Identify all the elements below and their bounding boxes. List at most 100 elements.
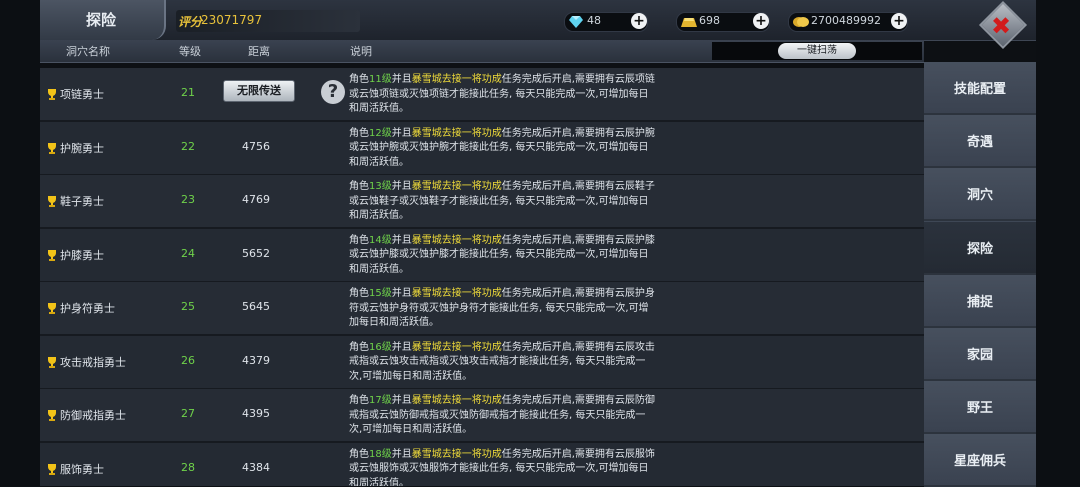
- page-title: 探险: [86, 11, 117, 29]
- desc-prefix: 角色: [349, 341, 369, 353]
- desc-line-1: 角色11级并且暴雪城去接一将功成任务完成后开启,需要拥有云辰项链: [349, 73, 729, 88]
- sidebar-item-label: 家园: [966, 348, 993, 363]
- desc-line1-tail: 任务完成后开启,需要拥有云辰攻击: [501, 341, 655, 353]
- row-level: 25: [181, 300, 195, 313]
- desc-quest: 暴雪城去接一将功成: [411, 234, 502, 246]
- row-level: 28: [181, 460, 195, 474]
- sidebar-item-label: 奇遇: [966, 135, 993, 151]
- gold-bar-value: 698: [699, 14, 720, 27]
- row-description: 角色11级并且暴雪城去接一将功成任务完成后开启,需要拥有云辰项链 或云蚀项链或灭…: [349, 73, 729, 117]
- row-name: 防御戒指勇士: [60, 409, 126, 422]
- row-distance: 4769: [242, 193, 270, 206]
- desc-line1-tail: 任务完成后开启,需要拥有云辰服饰: [501, 448, 655, 460]
- desc-line-2: 戒指或云蚀攻击戒指或灭蚀攻击戒指才能接此任务, 每天只能完成一: [349, 356, 646, 367]
- row-distance: 5645: [242, 300, 270, 313]
- row-name: 护身符勇士: [60, 302, 115, 315]
- table-row[interactable]: 项链勇士 21 无限传送 ? 角色11级并且暴雪城去接一将功成任务完成后开启,需…: [40, 68, 924, 122]
- add-diamond-button[interactable]: +: [631, 13, 647, 29]
- column-name: 洞穴名称: [66, 45, 110, 58]
- table-row[interactable]: 护膝勇士 24 5652 角色14级并且暴雪城去接一将功成任务完成后开启,需要拥…: [40, 228, 924, 283]
- desc-line1-tail: 任务完成后开启,需要拥有云辰防御: [501, 395, 655, 406]
- desc-level: 13级: [369, 181, 392, 192]
- desc-line-1: 角色14级并且暴雪城去接一将功成任务完成后开启,需要拥有云辰护膝: [349, 234, 729, 249]
- table-row[interactable]: 护腕勇士 22 4756 角色12级并且暴雪城去接一将功成任务完成后开启,需要拥…: [40, 121, 924, 176]
- table-row[interactable]: 攻击戒指勇士 26 4379 角色16级并且暴雪城去接一将功成任务完成后开启,需…: [40, 335, 924, 390]
- desc-mid: 并且: [391, 181, 412, 192]
- row-description: 角色18级并且暴雪城去接一将功成任务完成后开启,需要拥有云辰服饰 或云蚀服饰或灭…: [349, 448, 729, 487]
- desc-line-3: 次,可增加每日和周活跃值。: [349, 424, 473, 435]
- coin-value: 2700489992: [811, 14, 881, 27]
- desc-quest: 暴雪城去接一将功成: [411, 448, 502, 460]
- add-coin-button[interactable]: +: [891, 13, 907, 29]
- row-distance: 4395: [242, 407, 270, 420]
- score-label: 评分: [178, 15, 203, 29]
- desc-line-3: 和周活跃值。: [349, 263, 409, 275]
- desc-quest: 暴雪城去接一将功成: [411, 181, 502, 192]
- trophy-icon: [48, 303, 56, 314]
- desc-line-1: 角色13级并且暴雪城去接一将功成任务完成后开启,需要拥有云辰鞋子: [349, 180, 729, 195]
- sidebar-item-6[interactable]: 家园: [924, 328, 1036, 381]
- sidebar-item-8[interactable]: 星座佣兵: [924, 434, 1036, 487]
- sidebar: 技能配置奇遇洞穴探险捕捉家园野王 星座佣兵: [924, 62, 1036, 487]
- row-distance: 4384: [242, 460, 270, 474]
- sidebar-item-2[interactable]: 奇遇: [924, 115, 1036, 169]
- desc-prefix: 角色: [349, 234, 369, 246]
- desc-line-1: 角色16级并且暴雪城去接一将功成任务完成后开启,需要拥有云辰攻击: [349, 341, 729, 356]
- row-description: 角色13级并且暴雪城去接一将功成任务完成后开启,需要拥有云辰鞋子 或云蚀鞋子或灭…: [349, 180, 729, 224]
- row-name: 服饰勇士: [60, 462, 104, 476]
- sidebar-item-label: 捕捉: [966, 294, 993, 310]
- row-name: 攻击戒指勇士: [60, 355, 126, 369]
- desc-mid: 并且: [391, 341, 412, 353]
- desc-line-3: 加每日和周活跃值。: [349, 317, 439, 328]
- column-level: 等级: [179, 45, 201, 58]
- row-level: 23: [181, 193, 195, 206]
- table-row[interactable]: 护身符勇士 25 5645 角色15级并且暴雪城去接一将功成任务完成后开启,需要…: [40, 282, 924, 336]
- row-description: 角色14级并且暴雪城去接一将功成任务完成后开启,需要拥有云辰护膝 或云蚀护膝或灭…: [349, 234, 729, 278]
- desc-quest: 暴雪城去接一将功成: [411, 341, 502, 353]
- row-name: 护腕勇士: [60, 141, 104, 155]
- sidebar-item-5[interactable]: 捕捉: [924, 274, 1036, 328]
- desc-level: 14级: [369, 234, 392, 246]
- desc-line1-tail: 任务完成后开启,需要拥有云辰鞋子: [501, 181, 655, 192]
- infinite-teleport-button[interactable]: 无限传送: [223, 80, 295, 102]
- desc-line-1: 角色15级并且暴雪城去接一将功成任务完成后开启,需要拥有云辰护身: [349, 287, 729, 302]
- desc-prefix: 角色: [349, 74, 369, 85]
- add-gold-bar-button[interactable]: +: [753, 13, 769, 29]
- gold-bar-currency: 698 +: [676, 12, 770, 32]
- cave-list[interactable]: 项链勇士 21 无限传送 ? 角色11级并且暴雪城去接一将功成任务完成后开启,需…: [40, 68, 924, 486]
- desc-mid: 并且: [391, 395, 412, 406]
- desc-line-3: 和周活跃值。: [349, 103, 409, 114]
- row-description: 角色16级并且暴雪城去接一将功成任务完成后开启,需要拥有云辰攻击 戒指或云蚀攻击…: [349, 341, 729, 385]
- desc-line1-tail: 任务完成后开启,需要拥有云辰项链: [501, 74, 655, 85]
- table-row[interactable]: 鞋子勇士 23 4769 角色13级并且暴雪城去接一将功成任务完成后开启,需要拥…: [40, 175, 924, 229]
- sidebar-item-label: 洞穴: [966, 188, 993, 204]
- desc-line1-tail: 任务完成后开启,需要拥有云辰护身: [501, 288, 655, 299]
- desc-prefix: 角色: [349, 395, 369, 406]
- row-level: 26: [181, 353, 195, 367]
- desc-line1-tail: 任务完成后开启,需要拥有云辰护腕: [501, 127, 655, 139]
- desc-line-2: 或云蚀服饰或灭蚀服饰才能接此任务, 每天只能完成一次,可增加每日: [349, 463, 649, 474]
- sidebar-item-7[interactable]: 野王: [924, 381, 1036, 435]
- row-name-cell: 护身符勇士: [46, 300, 115, 316]
- sidebar-item-label: 探险: [966, 241, 993, 257]
- desc-line-3: 和周活跃值。: [349, 477, 409, 487]
- one-click-scan-button[interactable]: 一键扫荡: [778, 43, 856, 59]
- row-name-cell: 服饰勇士: [46, 461, 104, 477]
- row-name-cell: 护腕勇士: [46, 140, 104, 156]
- table-row[interactable]: 防御戒指勇士 27 4395 角色17级并且暴雪城去接一将功成任务完成后开启,需…: [40, 389, 924, 443]
- help-icon[interactable]: ?: [321, 80, 345, 104]
- desc-quest: 暴雪城去接一将功成: [411, 395, 502, 406]
- sidebar-item-1[interactable]: 技能配置: [924, 62, 1036, 115]
- trophy-icon: [48, 196, 56, 207]
- row-description: 角色12级并且暴雪城去接一将功成任务完成后开启,需要拥有云辰护腕 或云蚀护腕或灭…: [349, 127, 729, 171]
- sidebar-item-3[interactable]: 洞穴: [924, 168, 1036, 222]
- sidebar-item-4[interactable]: 探险: [924, 221, 1036, 275]
- row-name: 项链勇士: [60, 88, 104, 101]
- trophy-icon: [48, 463, 56, 475]
- row-name-cell: 鞋子勇士: [46, 193, 104, 209]
- row-distance: 4756: [242, 139, 270, 153]
- trophy-icon: [48, 249, 56, 261]
- table-row[interactable]: 服饰勇士 28 4384 角色18级并且暴雪城去接一将功成任务完成后开启,需要拥…: [40, 442, 924, 487]
- close-button[interactable]: ✖: [978, 0, 1028, 52]
- column-distance: 距离: [248, 45, 270, 58]
